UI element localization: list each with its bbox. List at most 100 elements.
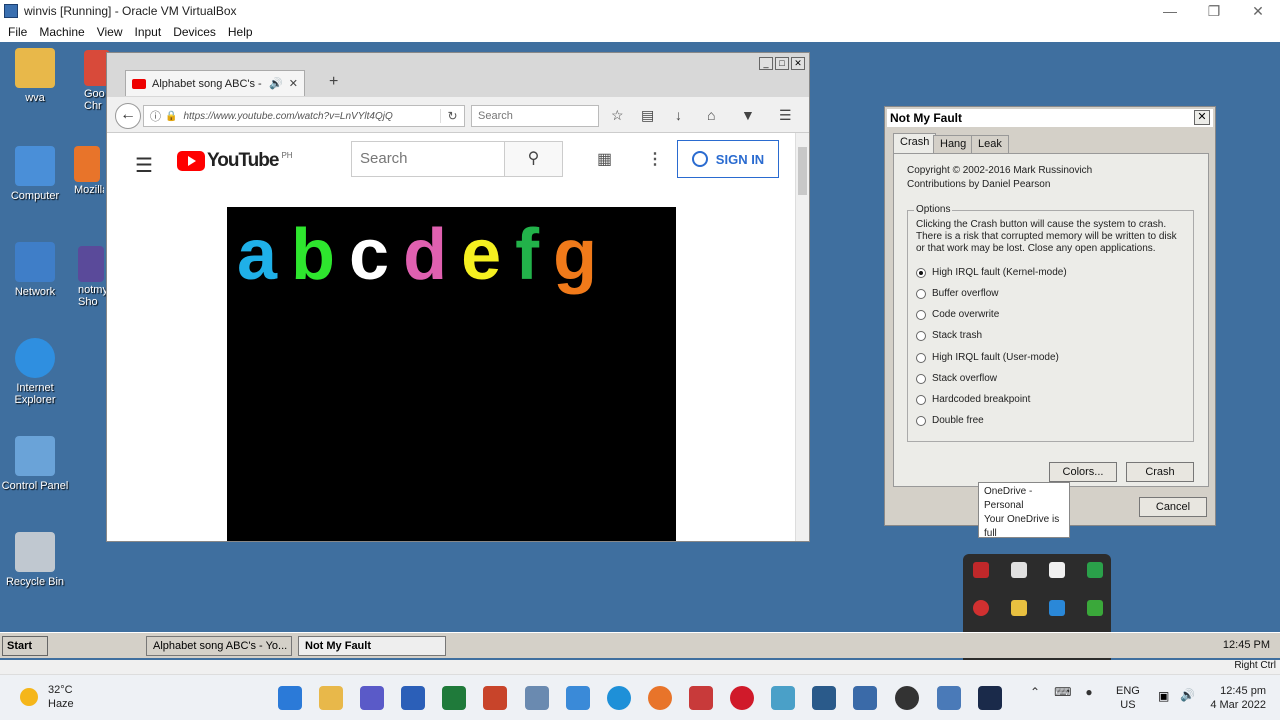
menu-file[interactable]: File: [8, 25, 27, 39]
apps-grid-icon[interactable]: ▦: [597, 149, 612, 169]
youtube-logo[interactable]: YouTube PH: [177, 150, 293, 172]
app-icon[interactable]: [689, 686, 713, 710]
radio-stack-trash[interactable]: Stack trash: [916, 330, 982, 341]
chevron-up-icon[interactable]: ⌃: [1030, 685, 1040, 699]
tray-app-icon[interactable]: [973, 562, 989, 578]
home-icon[interactable]: ⌂: [707, 107, 715, 123]
wifi-tool-icon[interactable]: [1011, 600, 1027, 616]
desktop-icon-internet-explorer[interactable]: Internet Explorer: [0, 338, 70, 406]
tab-youtube[interactable]: Alphabet song ABC's - Yo... 🔊 ✕: [125, 70, 305, 96]
radio-dot[interactable]: [916, 394, 926, 405]
desktop-icon-control-panel[interactable]: Control Panel: [0, 436, 70, 492]
tab-close-icon[interactable]: ✕: [289, 77, 298, 90]
reading-list-icon[interactable]: ▤: [641, 107, 654, 124]
host-clock[interactable]: 12:45 pm 4 Mar 2022: [1210, 684, 1266, 712]
desktop-icon-notmyfault[interactable]: notmy Sho: [78, 246, 108, 308]
tray-app-icon[interactable]: [1087, 600, 1103, 616]
app-icon[interactable]: [978, 686, 1002, 710]
app-icon[interactable]: [771, 686, 795, 710]
powerpoint-icon[interactable]: [483, 686, 507, 710]
tray-device-icon[interactable]: [1011, 562, 1027, 578]
radio-dot[interactable]: [916, 373, 926, 384]
microphone-icon[interactable]: ●: [1085, 685, 1092, 699]
back-button[interactable]: ←: [115, 103, 141, 129]
radio-high-irql-kernel[interactable]: High IRQL fault (Kernel-mode): [916, 267, 1067, 278]
taskbar-item-notmyfault[interactable]: Not My Fault: [298, 636, 446, 656]
language-indicator[interactable]: ENG US: [1116, 684, 1140, 712]
radio-dot[interactable]: [916, 330, 926, 341]
reload-icon[interactable]: ↻: [440, 109, 464, 123]
radio-dot[interactable]: [916, 288, 926, 299]
cancel-button[interactable]: Cancel: [1139, 497, 1207, 517]
hamburger-menu-icon[interactable]: ☰: [779, 107, 792, 124]
edge-icon[interactable]: [607, 686, 631, 710]
obs-icon[interactable]: [895, 686, 919, 710]
download-icon[interactable]: ↓: [675, 107, 682, 123]
tab-leak[interactable]: Leak: [971, 135, 1009, 153]
tray-app-icon[interactable]: [973, 600, 989, 616]
minimize-button[interactable]: —: [1148, 0, 1192, 22]
radio-dot[interactable]: [916, 267, 926, 278]
firefox-taskbar-icon[interactable]: [648, 686, 672, 710]
security-shield-icon[interactable]: [1087, 562, 1103, 578]
windows-start-icon[interactable]: [278, 686, 302, 710]
teams-icon[interactable]: [360, 686, 384, 710]
radio-dot[interactable]: [916, 415, 926, 426]
video-player[interactable]: a b c d e f g: [227, 207, 676, 541]
file-explorer-icon[interactable]: [319, 686, 343, 710]
radio-hardcoded-breakpoint[interactable]: Hardcoded breakpoint: [916, 394, 1030, 405]
restore-button[interactable]: ❐: [1192, 0, 1236, 22]
url-bar[interactable]: ⓘ 🔒 https://www.youtube.com/watch?v=LnVY…: [143, 105, 465, 127]
speaker-icon[interactable]: 🔊: [269, 77, 283, 90]
menu-help[interactable]: Help: [228, 25, 253, 39]
app-icon[interactable]: [525, 686, 549, 710]
network-tool-icon[interactable]: [566, 686, 590, 710]
radio-high-irql-user[interactable]: High IRQL fault (User-mode): [916, 352, 1059, 363]
menu-view[interactable]: View: [97, 25, 123, 39]
desktop-icon-recycle-bin[interactable]: Recycle Bin: [0, 532, 70, 588]
nmf-close-button[interactable]: ✕: [1194, 110, 1210, 125]
yt-search-input[interactable]: Search: [351, 141, 505, 177]
new-tab-button[interactable]: +: [329, 73, 338, 91]
pocket-icon[interactable]: ▼: [741, 107, 755, 123]
tab-hang[interactable]: Hang: [933, 135, 974, 153]
radio-stack-overflow[interactable]: Stack overflow: [916, 373, 997, 384]
sign-in-button[interactable]: SIGN IN: [677, 140, 779, 178]
menu-devices[interactable]: Devices: [173, 25, 216, 39]
tab-crash[interactable]: Crash: [893, 133, 937, 154]
ff-close-button[interactable]: ✕: [791, 57, 805, 70]
radio-dot[interactable]: [916, 309, 926, 320]
taskbar-item-firefox[interactable]: Alphabet song ABC's - Yo...: [146, 636, 292, 656]
menu-machine[interactable]: Machine: [39, 25, 84, 39]
radio-double-free[interactable]: Double free: [916, 415, 984, 426]
info-icon[interactable]: ⓘ: [150, 108, 161, 124]
scrollbar-thumb[interactable]: [798, 147, 807, 195]
crash-button[interactable]: Crash: [1126, 462, 1194, 482]
desktop-icon-network[interactable]: Network: [0, 242, 70, 298]
radio-buffer-overflow[interactable]: Buffer overflow: [916, 288, 999, 299]
usb-icon[interactable]: [1049, 562, 1065, 578]
desktop-icon-computer[interactable]: Computer: [0, 146, 70, 202]
bookmark-star-icon[interactable]: ☆: [611, 107, 624, 124]
colors-button[interactable]: Colors...: [1049, 462, 1117, 482]
yt-menu-icon[interactable]: ☰: [135, 153, 153, 178]
start-button[interactable]: Start: [2, 636, 48, 656]
desktop-icon-mozilla[interactable]: Mozilla: [74, 146, 104, 196]
radio-dot[interactable]: [916, 352, 926, 363]
app-icon[interactable]: [937, 686, 961, 710]
radio-code-overwrite[interactable]: Code overwrite: [916, 309, 999, 320]
keyboard-icon[interactable]: ⌨: [1054, 685, 1071, 699]
weather-widget[interactable]: 32°C Haze: [20, 683, 74, 711]
network-icon[interactable]: ▣: [1158, 689, 1169, 703]
search-input[interactable]: Search: [471, 105, 599, 127]
close-button[interactable]: ✕: [1236, 0, 1280, 22]
page-scrollbar[interactable]: [795, 133, 809, 541]
word-icon[interactable]: [401, 686, 425, 710]
virtualbox-taskbar-icon[interactable]: [853, 686, 877, 710]
download-tray-icon[interactable]: [1049, 600, 1065, 616]
ff-minimize-button[interactable]: _: [759, 57, 773, 70]
desktop-icon-wva[interactable]: wva: [0, 48, 70, 104]
ff-maximize-button[interactable]: □: [775, 57, 789, 70]
excel-icon[interactable]: [442, 686, 466, 710]
volume-icon[interactable]: 🔊: [1180, 688, 1195, 702]
